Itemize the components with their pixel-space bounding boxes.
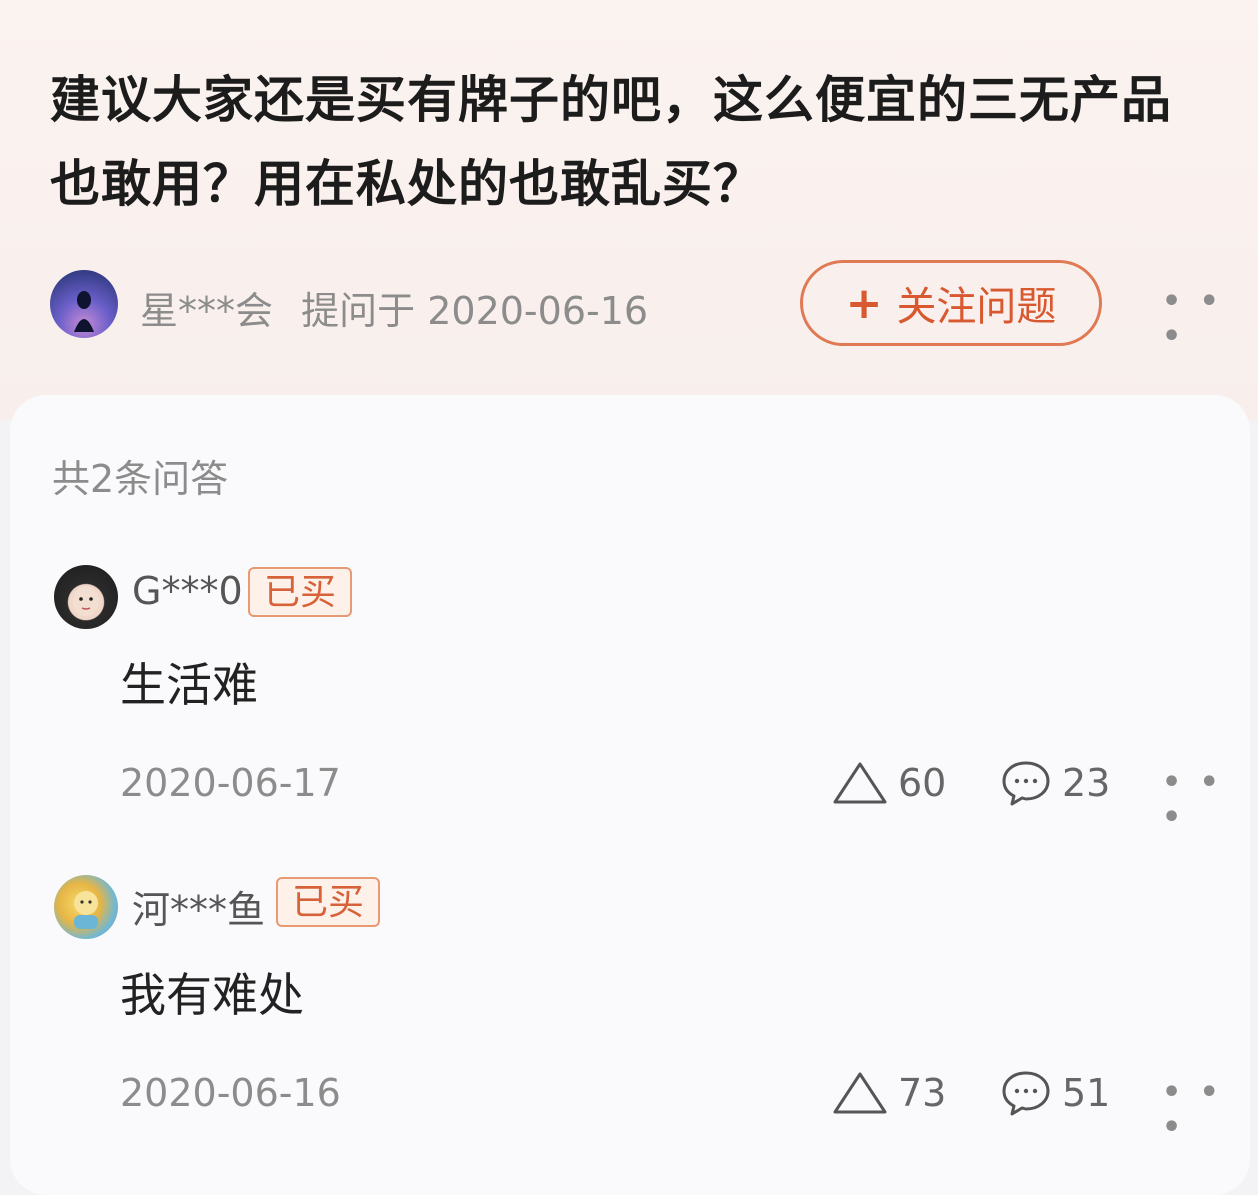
like-count: 60 (898, 761, 947, 805)
silhouette-icon (74, 291, 94, 332)
comment-count: 23 (1062, 761, 1111, 805)
purchased-badge: 已买 (276, 877, 381, 927)
answer-item: 河***鱼 已买 我有难处 2020-06-16 73 51 • • • (50, 875, 1230, 1175)
plus-icon: + (845, 277, 883, 329)
like-count: 73 (898, 1071, 947, 1115)
answer-username[interactable]: G***0 (132, 569, 243, 613)
answer-date: 2020-06-16 (120, 1071, 341, 1115)
like-button[interactable]: 73 (832, 1065, 946, 1121)
like-button[interactable]: 60 (832, 755, 946, 811)
more-options-icon[interactable]: • • • (1162, 284, 1230, 354)
comment-button[interactable]: 51 (1000, 1065, 1110, 1121)
answer-text: 生活难 (120, 658, 258, 712)
like-triangle-icon (833, 762, 887, 804)
comment-count: 51 (1062, 1071, 1111, 1115)
answers-count: 共2条问答 (52, 457, 229, 501)
answer-date: 2020-06-17 (120, 761, 341, 805)
comment-bubble-icon (1002, 761, 1050, 806)
follow-question-button[interactable]: + 关注问题 (800, 260, 1102, 346)
comment-bubble-icon (1002, 1071, 1050, 1116)
answer-avatar[interactable] (54, 565, 118, 629)
question-title: 建议大家还是买有牌子的吧，这么便宜的三无产品也敢用？用在私处的也敢乱买？ (50, 71, 1172, 213)
asker-avatar[interactable] (50, 270, 118, 338)
asker-info: 星***会 提问于 2020-06-16 (140, 280, 648, 335)
face-icon (73, 586, 99, 616)
asker-name[interactable]: 星***会 (140, 289, 273, 333)
answer-item: G***0 已买 生活难 2020-06-17 60 23 • • • (50, 565, 1230, 865)
purchased-badge: 已买 (248, 567, 353, 617)
asker-row: 星***会 提问于 2020-06-16 + 关注问题 • • • (50, 260, 1230, 354)
more-options-icon[interactable]: • • • (1162, 1075, 1230, 1145)
like-triangle-icon (833, 1072, 887, 1114)
follow-label: 关注问题 (896, 284, 1057, 330)
comment-button[interactable]: 23 (1000, 755, 1110, 811)
more-options-icon[interactable]: • • • (1162, 765, 1230, 835)
asked-label: 提问于 (301, 289, 416, 333)
answer-avatar[interactable] (54, 875, 118, 939)
cartoon-avatar-icon (74, 891, 98, 929)
answer-text: 我有难处 (120, 968, 304, 1022)
asked-date: 2020-06-16 (427, 289, 649, 333)
answer-username[interactable]: 河***鱼 (132, 879, 265, 934)
